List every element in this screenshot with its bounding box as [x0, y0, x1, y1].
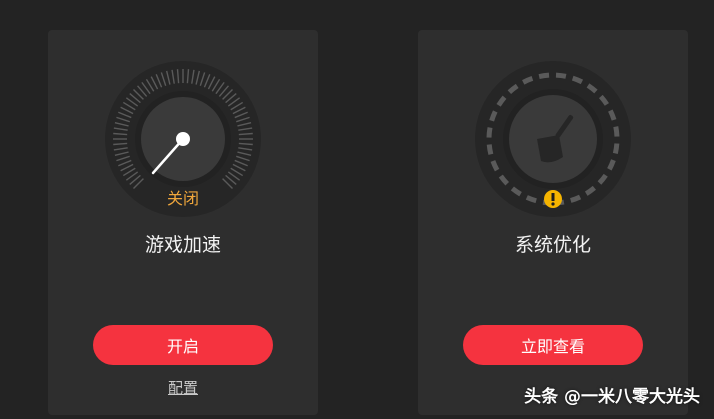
system-optimize-title: 系统优化: [514, 234, 591, 256]
game-boost-card: 关闭 游戏加速 开启 配置: [48, 30, 318, 415]
enable-boost-button[interactable]: 开启: [93, 325, 273, 365]
view-now-button[interactable]: 立即查看: [463, 325, 643, 365]
watermark-text: 头条 @一米八零大光头: [524, 387, 700, 407]
boost-state-label: 关闭: [166, 189, 199, 208]
gauge-needle-hub: [176, 132, 190, 146]
optimize-dial-icon: [475, 61, 631, 217]
config-link[interactable]: 配置: [48, 377, 318, 398]
game-boost-title: 游戏加速: [144, 234, 221, 256]
warning-icon: [544, 190, 562, 208]
system-optimize-card: 系统优化 立即查看: [418, 30, 688, 415]
